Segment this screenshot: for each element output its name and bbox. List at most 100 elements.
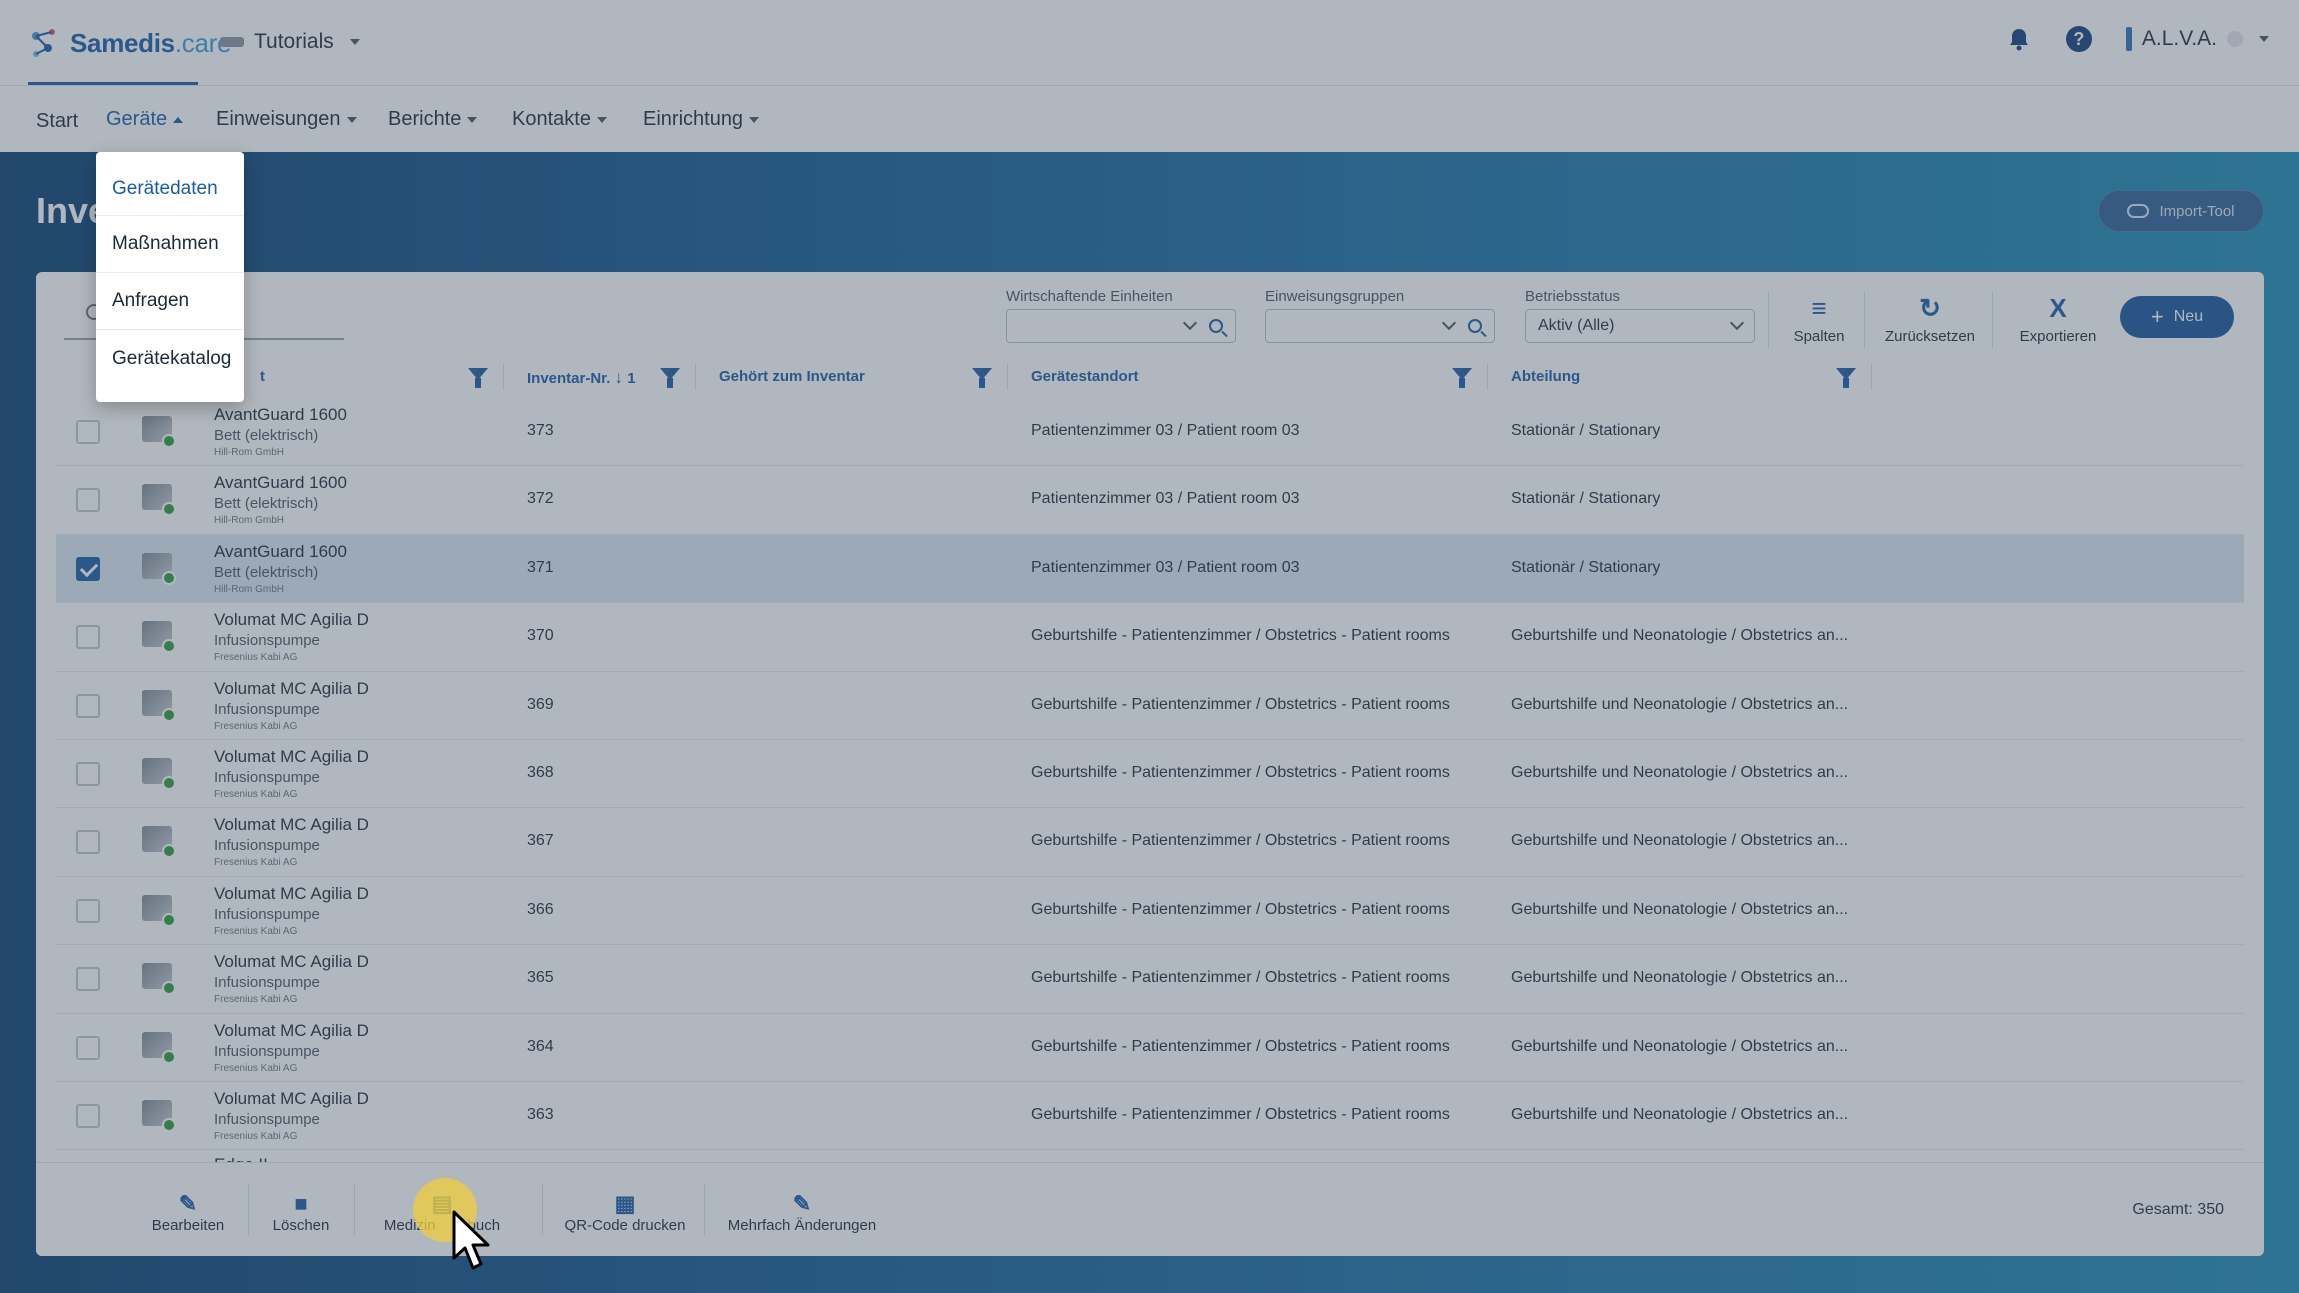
new-button[interactable]: + Neu [2120, 296, 2234, 338]
row-checkbox[interactable] [76, 420, 100, 444]
delete-button[interactable]: ■ Löschen [266, 1191, 336, 1234]
filter-icon[interactable] [972, 368, 992, 388]
device-type: Bett (elektrisch) [214, 563, 319, 581]
device-manufacturer: Fresenius Kabi AG [214, 1130, 298, 1142]
device-name: Volumat MC Agilia D [214, 1020, 369, 1040]
cloud-upload-icon [2127, 204, 2150, 218]
header-actions: ? A.L.V.A. [2006, 26, 2269, 52]
export-button[interactable]: X Exportieren [2018, 294, 2098, 345]
device-name: AvantGuard 1600 [214, 473, 347, 493]
device-type: Infusionspumpe [214, 632, 320, 650]
edit-button[interactable]: ✎ Bearbeiten [150, 1191, 226, 1234]
help-icon[interactable]: ? [2065, 26, 2092, 52]
status-active-icon [162, 1049, 176, 1064]
department: Geburtshilfe und Neonatologie / Obstetri… [1511, 1105, 1849, 1123]
bottom-toolbar: ✎ Bearbeiten ■ Löschen ▤ Medizinbuch ▦ Q… [36, 1162, 2264, 1256]
nav-item-kontakte[interactable]: Kontakte [512, 108, 607, 131]
qr-code-button[interactable]: ▦ QR-Code drucken [560, 1191, 690, 1234]
samedis-logo[interactable]: Samedis.care [28, 26, 231, 60]
status-active-icon [162, 639, 176, 654]
row-checkbox[interactable] [76, 556, 100, 581]
nav-item-einweisungen[interactable]: Einweisungen [216, 108, 357, 131]
nav-item-einrichtung[interactable]: Einrichtung [643, 108, 760, 131]
table-row[interactable]: Volumat MC Agilia D Infusionspumpe Freseni… [56, 739, 2244, 809]
table-row[interactable]: Volumat MC Agilia D Infusionspumpe Freseni… [56, 1081, 2244, 1151]
status-select[interactable]: Aktiv (Alle) [1525, 309, 1755, 343]
inventory-number: 372 [527, 490, 554, 508]
nav-item-start[interactable]: Start [36, 110, 78, 133]
sort-index: 1 [627, 370, 636, 387]
row-checkbox[interactable] [76, 898, 100, 923]
bb-label: QR-Code drucken [564, 1217, 686, 1234]
bulk-edit-button[interactable]: ✎ Mehrfach Änderungen [722, 1191, 882, 1234]
filter-icon[interactable] [660, 368, 680, 388]
filter-icon[interactable] [1836, 368, 1856, 388]
table-row[interactable]: AvantGuard 1600 Bett (elektrisch) Hill-Rom… [56, 534, 2244, 604]
logo-main: Samedis [70, 27, 175, 58]
user-menu[interactable]: A.L.V.A. [2125, 27, 2269, 51]
col-geraet[interactable]: t [260, 368, 265, 385]
department: Stationär / Stationary [1511, 558, 1661, 576]
bell-icon[interactable] [2006, 26, 2032, 52]
col-gehoert-zum-inventar[interactable]: Gehört zum Inventar [719, 368, 865, 385]
sort-arrow-down-icon: ↓ [614, 368, 624, 387]
table-row[interactable]: AvantGuard 1600 Bett (elektrisch) Hill-Rom… [56, 466, 2244, 535]
row-checkbox[interactable] [76, 625, 100, 650]
search-icon[interactable] [1468, 319, 1482, 333]
wirtschaftende-select[interactable] [1006, 309, 1236, 343]
inventory-number: 366 [527, 900, 554, 918]
device-location: Geburtshilfe - Patientenzimmer / Obstetr… [1031, 695, 1450, 713]
tool-label: Exportieren [2019, 328, 2097, 345]
inventory-number: 369 [527, 695, 554, 713]
menu-item-geraetedaten[interactable]: Gerätedaten [96, 152, 244, 216]
table-row[interactable]: Volumat MC Agilia D Infusionspumpe Freseni… [56, 671, 2244, 740]
table-row[interactable]: Volumat MC Agilia D Infusionspumpe Freseni… [56, 945, 2244, 1014]
device-name: Volumat MC Agilia D [214, 678, 369, 698]
row-checkbox[interactable] [76, 967, 100, 992]
logo-mark-icon [28, 26, 62, 60]
menu-item-geraetekatalog[interactable]: Gerätekatalog [96, 330, 244, 387]
import-tool-button[interactable]: Import-Tool [2098, 190, 2264, 232]
table-row[interactable]: Volumat MC Agilia D Infusionspumpe Freseni… [56, 1013, 2244, 1082]
edit-square-icon: ✎ [792, 1191, 812, 1216]
department: Geburtshilfe und Neonatologie / Obstetri… [1511, 627, 1849, 645]
row-checkbox[interactable] [76, 693, 100, 718]
table-row[interactable]: Volumat MC Agilia D Infusionspumpe Freseni… [56, 603, 2244, 672]
inventory-number: 370 [527, 627, 554, 645]
row-checkbox[interactable] [76, 830, 100, 855]
col-inventar-nr[interactable]: Inventar-Nr. ↓ 1 [527, 368, 636, 388]
divider [1992, 292, 1993, 348]
logo-underline [28, 82, 198, 85]
device-manufacturer: Fresenius Kabi AG [214, 1062, 298, 1074]
row-checkbox[interactable] [76, 761, 100, 786]
einweisung-select[interactable] [1265, 309, 1495, 343]
tenant-selector[interactable]: Tutorials [220, 30, 360, 54]
device-cell: Volumat MC Agilia D Infusionspumpe Freseni… [214, 609, 369, 665]
row-checkbox[interactable] [76, 1103, 100, 1128]
row-checkbox[interactable] [76, 488, 100, 513]
row-checkbox[interactable] [76, 1035, 100, 1060]
geraete-dropdown-menu: Gerätedaten Maßnahmen Anfragen Gerätekat… [96, 152, 244, 402]
table-row[interactable]: Volumat MC Agilia D Infusionspumpe Freseni… [56, 876, 2244, 946]
nav-item-berichte[interactable]: Berichte [388, 108, 478, 131]
spalten-button[interactable]: ≡ Spalten [1784, 294, 1854, 345]
chevron-down-icon [749, 116, 760, 123]
table-row[interactable]: Volumat MC Agilia D Infusionspumpe Freseni… [56, 808, 2244, 877]
table-row[interactable]: AvantGuard 1600 Bett (elektrisch) Hill-Rom… [56, 398, 2244, 467]
device-manufacturer: Fresenius Kabi AG [214, 788, 298, 800]
device-cell: AvantGuard 1600 Bett (elektrisch) Hill-Rom… [214, 541, 347, 597]
search-icon[interactable] [1209, 319, 1223, 333]
filter-icon[interactable] [1452, 368, 1472, 388]
col-geraetestandort[interactable]: Gerätestandort [1031, 368, 1139, 385]
nav-item-geraete[interactable]: Geräte [106, 108, 184, 131]
filter-icon[interactable] [468, 368, 488, 388]
menu-item-anfragen[interactable]: Anfragen [96, 273, 244, 330]
device-cell: AvantGuard 1600 Bett (elektrisch) Hill-Rom… [214, 472, 347, 528]
menu-item-massnahmen[interactable]: Maßnahmen [96, 216, 244, 273]
reset-button[interactable]: ↻ Zurücksetzen [1880, 294, 1980, 345]
status-active-icon [162, 707, 176, 722]
col-abteilung[interactable]: Abteilung [1511, 368, 1580, 385]
tenant-name: Tutorials [254, 30, 334, 53]
excel-file-icon: X [2049, 293, 2067, 323]
device-type: Bett (elektrisch) [214, 427, 319, 444]
